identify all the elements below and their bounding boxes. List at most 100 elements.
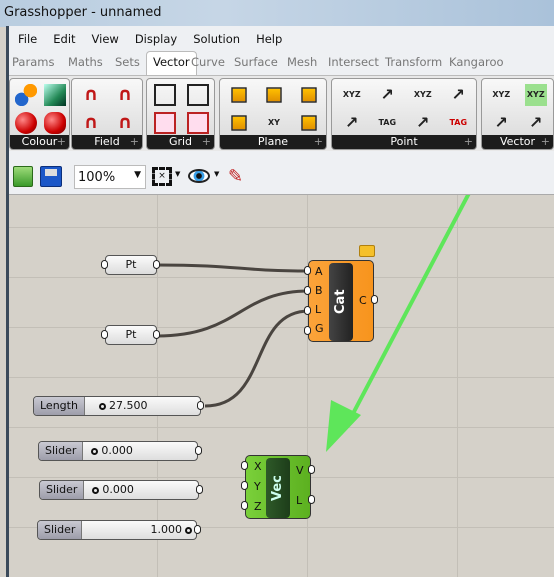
slider-knob[interactable] bbox=[92, 486, 100, 494]
menu-help[interactable]: Help bbox=[248, 28, 290, 50]
output-port[interactable] bbox=[195, 446, 202, 455]
canvas[interactable]: Pt Pt A B L G Cat C Length 27.500 Slider… bbox=[9, 194, 554, 577]
menu-display[interactable]: Display bbox=[127, 28, 185, 50]
menu-edit[interactable]: Edit bbox=[45, 28, 83, 50]
wire-pt2-b bbox=[156, 289, 310, 338]
xy-plane-icon[interactable]: XY bbox=[263, 112, 285, 134]
populate-2d-icon[interactable] bbox=[154, 112, 177, 134]
input-z-label: Z bbox=[254, 500, 262, 513]
output-port[interactable] bbox=[196, 485, 203, 494]
populate-geometry-icon[interactable] bbox=[186, 112, 209, 134]
expand-plus-icon[interactable]: + bbox=[202, 135, 211, 149]
plane-origin-icon[interactable] bbox=[231, 115, 248, 131]
break-field-icon[interactable]: ∩ bbox=[80, 112, 102, 134]
numbers-to-points-icon[interactable]: ↗ bbox=[341, 112, 363, 134]
construct-vector-icon[interactable]: XYZ bbox=[524, 84, 547, 106]
tab-intersect[interactable]: Intersect bbox=[328, 55, 379, 69]
slider-track[interactable]: 27.500 bbox=[85, 397, 200, 415]
vec-component[interactable]: X Y Z Vec V L bbox=[245, 455, 311, 519]
expand-plus-icon[interactable]: + bbox=[541, 135, 550, 149]
output-port-c[interactable] bbox=[371, 295, 378, 304]
input-port-b[interactable] bbox=[304, 286, 311, 295]
pull-point-icon[interactable]: ↗ bbox=[447, 84, 469, 106]
slider-value: 27.500 bbox=[108, 399, 148, 412]
message-balloon-icon[interactable] bbox=[359, 245, 375, 257]
point-param-2[interactable]: Pt bbox=[105, 325, 157, 345]
output-port[interactable] bbox=[194, 525, 201, 534]
plane-normal-icon[interactable] bbox=[266, 87, 282, 103]
expand-plus-icon[interactable]: + bbox=[314, 135, 323, 149]
open-file-icon[interactable] bbox=[13, 166, 33, 187]
slider-x[interactable]: Slider 0.000 bbox=[38, 441, 198, 461]
slider-track[interactable]: 0.000 bbox=[84, 481, 198, 499]
slider-y[interactable]: Slider 0.000 bbox=[39, 480, 199, 500]
line-charge-icon[interactable]: ∩ bbox=[80, 84, 102, 106]
vec-label: Vec bbox=[266, 458, 290, 518]
point-list-icon[interactable]: TAG bbox=[376, 112, 398, 134]
output-port[interactable] bbox=[153, 330, 160, 339]
input-port[interactable] bbox=[101, 330, 108, 339]
colour-sphere-red-icon[interactable] bbox=[43, 112, 66, 134]
chevron-down-icon[interactable]: ▼ bbox=[214, 170, 219, 178]
sketch-pen-icon[interactable]: ✎ bbox=[228, 166, 250, 188]
colour-sphere-icon[interactable] bbox=[15, 112, 38, 134]
tab-sets[interactable]: Sets bbox=[115, 55, 140, 69]
expand-plus-icon[interactable]: + bbox=[464, 135, 473, 149]
slider-knob[interactable] bbox=[98, 402, 106, 410]
input-port-z[interactable] bbox=[241, 501, 248, 510]
merge-field-icon[interactable]: ∩ bbox=[114, 112, 136, 134]
slider-knob[interactable] bbox=[91, 447, 99, 455]
construct-point-icon[interactable]: XYZ bbox=[341, 84, 363, 106]
zoom-dropdown[interactable]: 100% ▼ bbox=[74, 165, 146, 189]
expand-plus-icon[interactable]: + bbox=[57, 135, 66, 149]
vector-2pt-icon[interactable]: ↗ bbox=[490, 112, 512, 134]
cat-component[interactable]: A B L G Cat C bbox=[308, 260, 374, 342]
output-port[interactable] bbox=[197, 401, 204, 410]
menu-solution[interactable]: Solution bbox=[185, 28, 248, 50]
plane-offset-icon[interactable] bbox=[300, 87, 317, 103]
construct-plane-icon[interactable] bbox=[231, 87, 248, 103]
tab-vector[interactable]: Vector bbox=[146, 51, 197, 75]
point-param-1[interactable]: Pt bbox=[105, 255, 157, 275]
slider-knob[interactable] bbox=[185, 526, 192, 534]
tab-params[interactable]: Params bbox=[12, 55, 54, 69]
tab-surface[interactable]: Surface bbox=[234, 55, 278, 69]
input-port-x[interactable] bbox=[241, 461, 248, 470]
output-port[interactable] bbox=[153, 260, 160, 269]
slider-z[interactable]: Slider 1.000 bbox=[37, 520, 197, 540]
colour-swatch-icon[interactable] bbox=[15, 84, 38, 106]
zoom-extents-icon[interactable]: × bbox=[152, 167, 172, 186]
tab-mesh[interactable]: Mesh bbox=[287, 55, 317, 69]
output-port-v[interactable] bbox=[308, 465, 315, 474]
input-port-y[interactable] bbox=[241, 481, 248, 490]
tab-kangaroo[interactable]: Kangaroo bbox=[449, 55, 504, 69]
input-port[interactable] bbox=[101, 260, 108, 269]
square-grid-icon[interactable] bbox=[186, 84, 209, 106]
preview-eye-icon[interactable] bbox=[188, 169, 210, 183]
point-charge-icon[interactable]: ∩ bbox=[114, 84, 136, 106]
menu-file[interactable]: File bbox=[10, 28, 45, 50]
save-file-icon[interactable] bbox=[40, 166, 62, 187]
slider-track[interactable]: 1.000 bbox=[82, 521, 196, 539]
tab-transform[interactable]: Transform bbox=[385, 55, 442, 69]
point-project-icon[interactable]: ↗ bbox=[412, 112, 434, 134]
input-port-g[interactable] bbox=[304, 326, 311, 335]
rectangular-grid-icon[interactable] bbox=[154, 84, 177, 106]
expand-plus-icon[interactable]: + bbox=[130, 135, 139, 149]
input-port-a[interactable] bbox=[304, 266, 311, 275]
tab-curve[interactable]: Curve bbox=[191, 55, 225, 69]
output-port-l[interactable] bbox=[308, 495, 315, 504]
slider-track[interactable]: 0.000 bbox=[83, 442, 197, 460]
input-port-l[interactable] bbox=[304, 306, 311, 315]
deconstruct-point-icon[interactable]: XYZ bbox=[412, 84, 434, 106]
tab-maths[interactable]: Maths bbox=[68, 55, 103, 69]
rotate-plane-icon[interactable] bbox=[300, 115, 317, 131]
text-tag-icon[interactable]: TAG bbox=[447, 112, 469, 134]
vector-length-icon[interactable]: ↗ bbox=[525, 112, 547, 134]
menu-view[interactable]: View bbox=[84, 28, 127, 50]
chevron-down-icon[interactable]: ▼ bbox=[175, 170, 180, 178]
closest-point-icon[interactable]: ↗ bbox=[376, 84, 398, 106]
length-slider[interactable]: Length 27.500 bbox=[33, 396, 201, 416]
colour-cube-icon[interactable] bbox=[43, 84, 66, 106]
deconstruct-vector-icon[interactable]: XYZ bbox=[490, 84, 512, 106]
